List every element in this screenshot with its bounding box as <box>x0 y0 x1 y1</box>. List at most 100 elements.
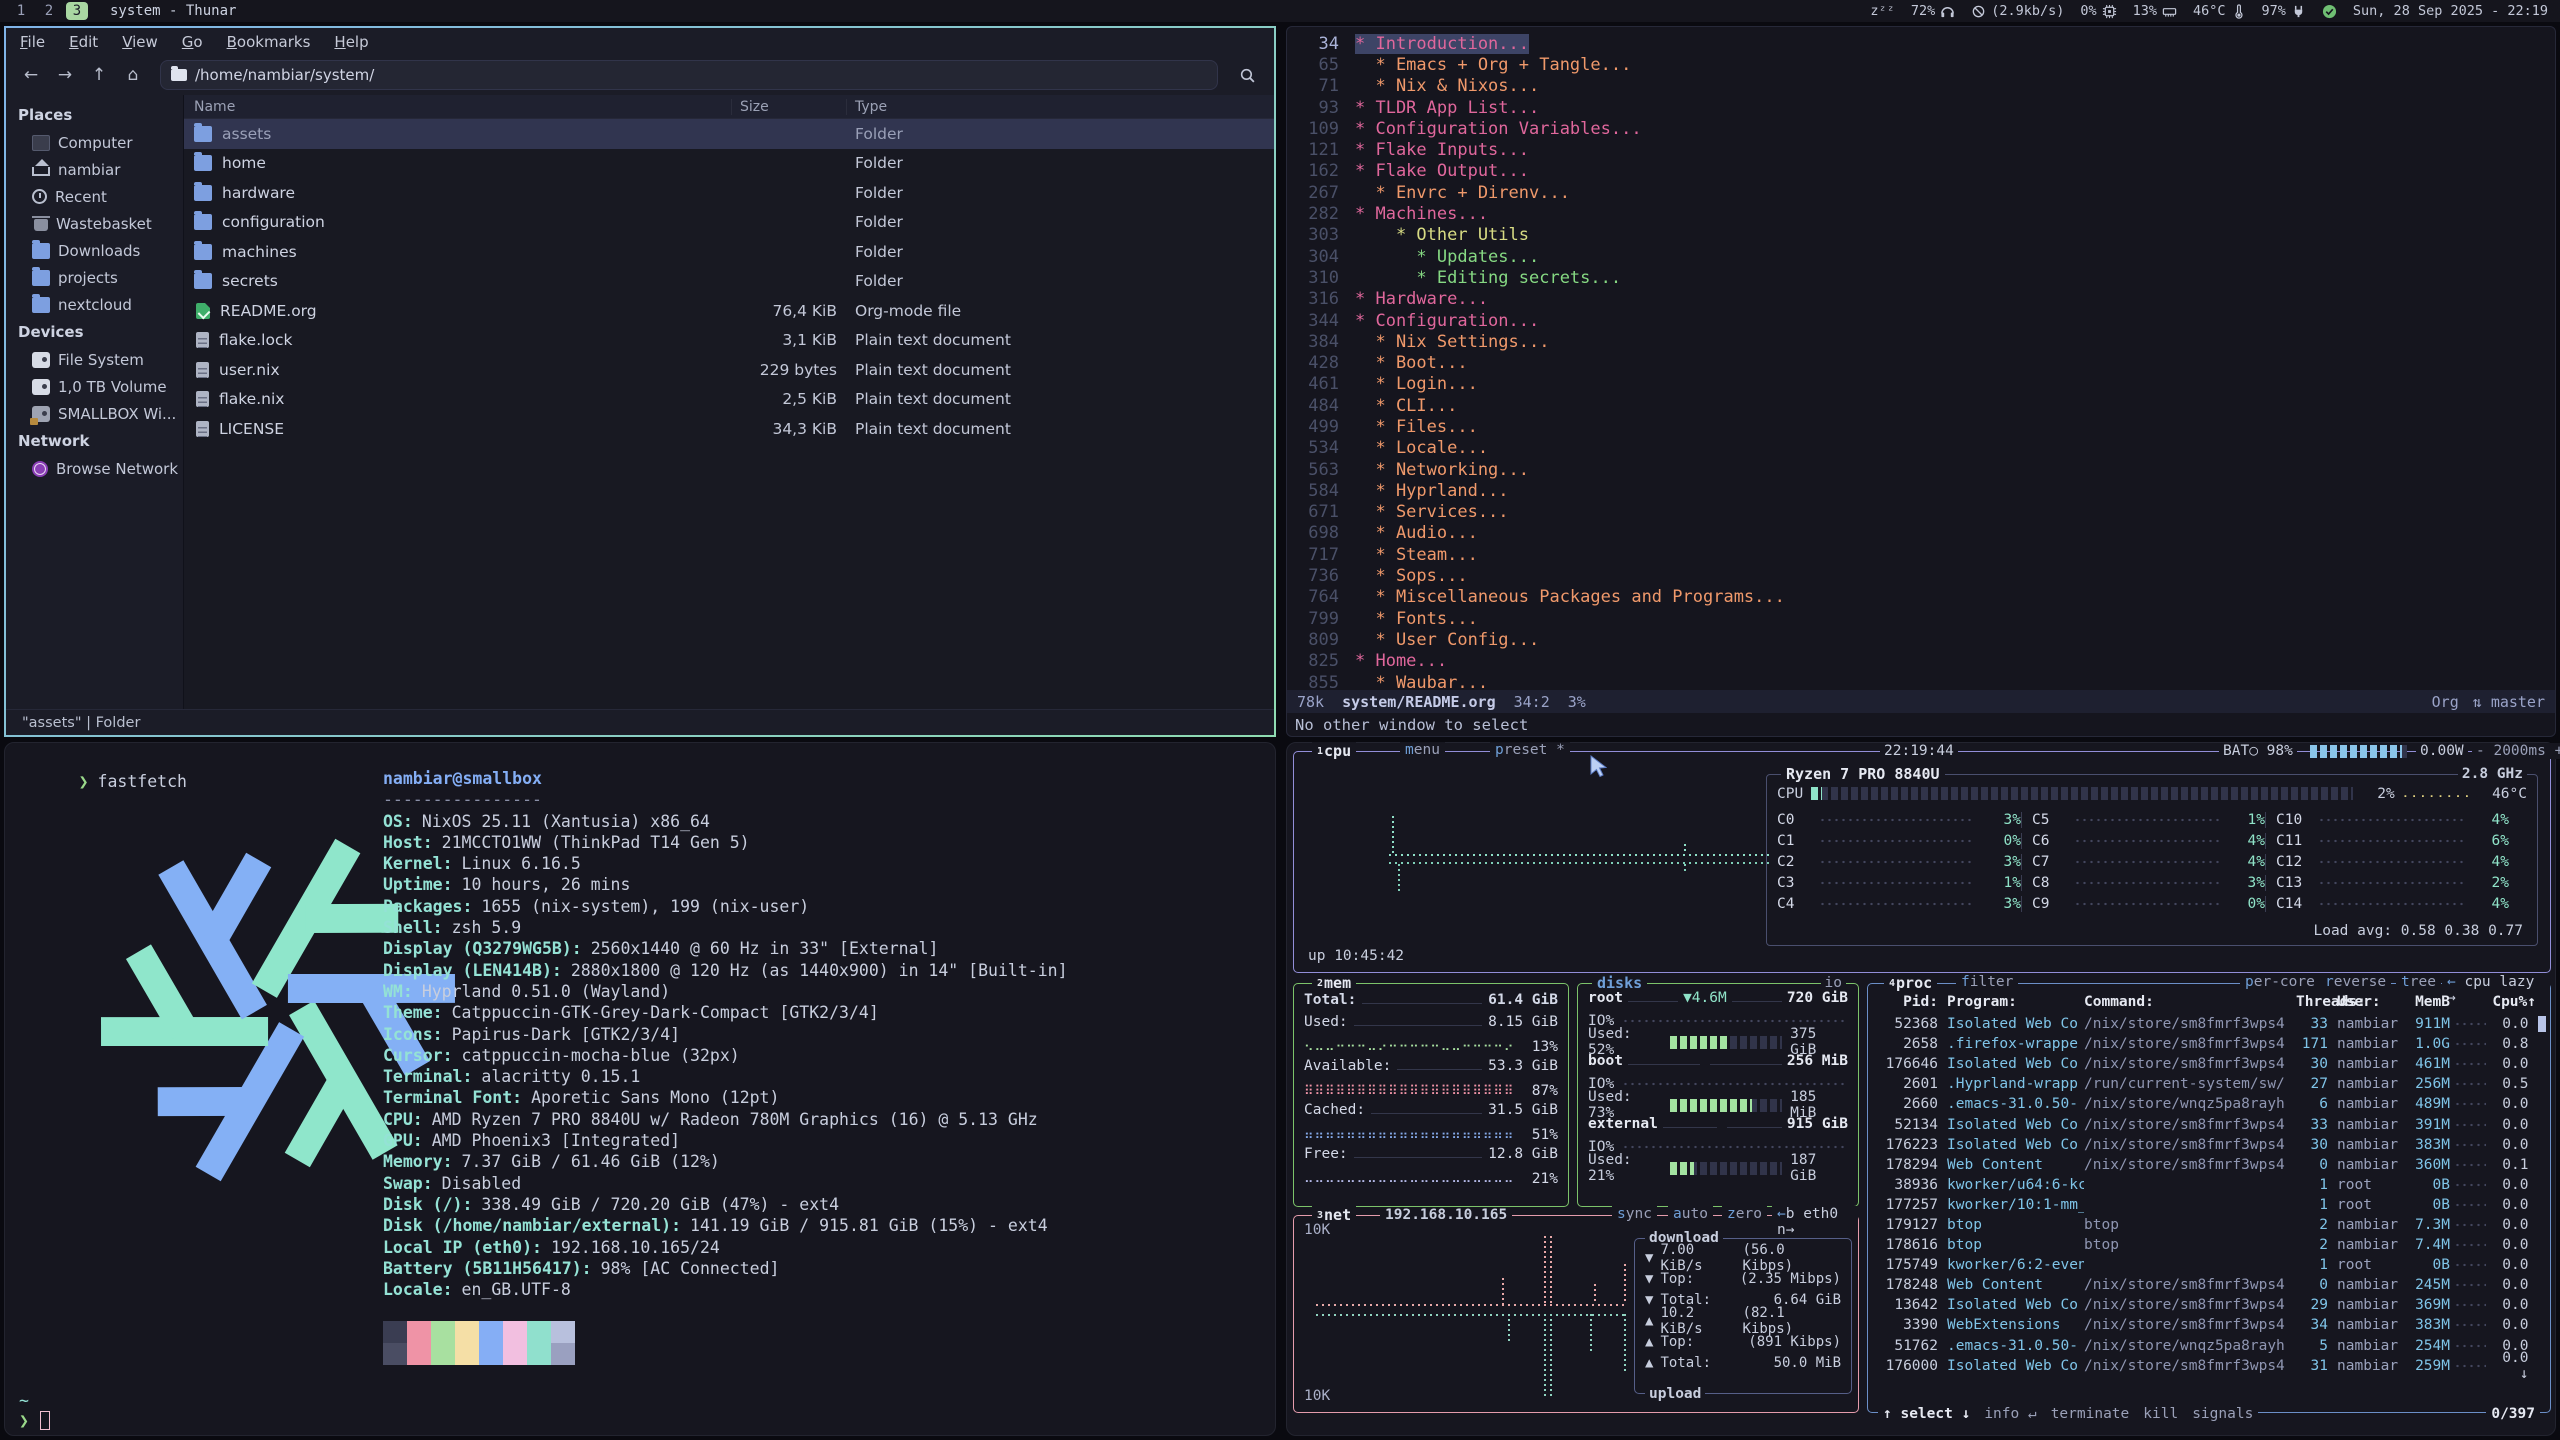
file-row[interactable]: machines Folder <box>184 237 1274 267</box>
back-button[interactable]: ← <box>16 61 46 89</box>
cpu-module[interactable]: 0% <box>2080 3 2116 19</box>
process-row[interactable]: 176223 Isolated Web Co /nix/store/sm8fmr… <box>1876 1135 2536 1155</box>
file-row[interactable]: hardware Folder <box>184 178 1274 208</box>
up-button[interactable]: ↑ <box>84 61 114 89</box>
net-auto-button[interactable]: auto <box>1668 1206 1713 1222</box>
net-scale-top: 10K <box>1304 1222 1330 1238</box>
sidebar-device-item[interactable]: SMALLBOX Wi... <box>6 400 183 427</box>
net-interface-switcher[interactable]: ←b eth0 n→ <box>1772 1206 1858 1238</box>
column-header-size[interactable]: Size <box>732 99 847 115</box>
file-row[interactable]: secrets Folder <box>184 267 1274 297</box>
org-line: 303 * Other Utils <box>1293 225 2551 246</box>
process-row[interactable]: 178616 btop btop 2 nambiar 7.4M 0.0 <box>1876 1235 2536 1255</box>
process-row[interactable]: 3390 WebExtensions /nix/store/sm8fmrf3wp… <box>1876 1315 2536 1335</box>
clock-module[interactable]: Sun, 28 Sep 2025 - 22:19 <box>2353 3 2548 19</box>
process-row[interactable]: 176646 Isolated Web Co /nix/store/sm8fmr… <box>1876 1054 2536 1074</box>
net-zero-button[interactable]: zero <box>1722 1206 1767 1222</box>
workspace-button[interactable]: 2 <box>38 2 60 20</box>
file-row[interactable]: flake.lock 3,1 KiB Plain text document <box>184 326 1274 356</box>
mem-tab[interactable]: 2mem <box>1312 974 1356 992</box>
menu-item[interactable]: Help <box>334 33 368 51</box>
proc-tab[interactable]: 4proc <box>1884 974 1937 992</box>
reverse-button[interactable]: reverse <box>2320 974 2391 990</box>
net-download-graph <box>1316 1304 1626 1306</box>
preset-button[interactable]: preset * <box>1490 742 1570 758</box>
battery-module[interactable]: 97% <box>2262 3 2306 19</box>
process-row[interactable]: 2658 .firefox-wrappe /nix/store/sm8fmrf3… <box>1876 1034 2536 1054</box>
file-row[interactable]: assets Folder <box>184 119 1274 149</box>
process-row[interactable]: 177257 kworker/10:1-mm_ 1 root 0B 0.0 <box>1876 1195 2536 1215</box>
process-row[interactable]: 52368 Isolated Web Co /nix/store/sm8fmrf… <box>1876 1014 2536 1034</box>
sidebar-item[interactable]: nextcloud <box>6 291 183 318</box>
path-bar[interactable]: /home/nambiar/system/ <box>160 60 1218 90</box>
sidebar-device-item[interactable]: File System <box>6 346 183 373</box>
search-button[interactable] <box>1230 61 1264 89</box>
network-module[interactable]: (2.9kb/s) <box>1971 3 2064 19</box>
menu-item[interactable]: Edit <box>69 33 98 51</box>
menu-item[interactable]: File <box>20 33 45 51</box>
process-row[interactable]: 38936 kworker/u64:6-kc 1 root 0B 0.0 <box>1876 1175 2536 1195</box>
sidebar-item[interactable]: Recent <box>6 183 183 210</box>
home-button[interactable]: ⌂ <box>118 61 148 89</box>
process-row[interactable]: 2660 .emacs-31.0.50- /nix/store/wnqz5pa8… <box>1876 1094 2536 1114</box>
cpu-tab[interactable]: 1cpu <box>1312 742 1356 760</box>
file-row[interactable]: user.nix 229 bytes Plain text document <box>184 355 1274 385</box>
sidebar-item[interactable]: Wastebasket <box>6 210 183 237</box>
update-interval[interactable]: - 2000ms + <box>2472 743 2560 759</box>
menu-item[interactable]: Bookmarks <box>227 33 311 51</box>
process-row[interactable]: 175749 kworker/6:2-even 1 root 0B 0.0 <box>1876 1255 2536 1275</box>
file-row[interactable]: LICENSE 34,3 KiB Plain text document <box>184 414 1274 444</box>
proc-scrollbar[interactable] <box>2538 1016 2546 1032</box>
workspace-button[interactable]: 3 <box>66 2 88 20</box>
memory-module[interactable]: 13% <box>2133 3 2177 19</box>
idle-inhibitor[interactable]: zᶻᶻ <box>1870 3 1894 19</box>
sidebar-item[interactable]: nambiar <box>6 156 183 183</box>
volume-module[interactable]: 72% <box>1911 3 1955 19</box>
file-row[interactable]: README.org 76,4 KiB Org-mode file <box>184 296 1274 326</box>
fastfetch-line: Uptime: 10 hours, 26 mins <box>383 875 1068 896</box>
workspace-button[interactable]: 1 <box>10 2 32 20</box>
info-button[interactable]: info ↵ <box>1984 1406 2036 1422</box>
net-sync-button[interactable]: sync <box>1612 1206 1657 1222</box>
filter-button[interactable]: filter <box>1956 974 2018 990</box>
terminate-button[interactable]: terminate <box>2051 1406 2130 1422</box>
file-type-icon <box>196 362 209 378</box>
column-header-name[interactable]: Name <box>184 99 732 115</box>
sidebar-device-item[interactable]: 1,0 TB Volume <box>6 373 183 400</box>
column-header-type[interactable]: Type <box>847 99 1274 115</box>
process-row[interactable]: 178248 Web Content /nix/store/sm8fmrf3wp… <box>1876 1275 2536 1295</box>
process-row[interactable]: 52134 Isolated Web Co /nix/store/sm8fmrf… <box>1876 1114 2536 1134</box>
process-row[interactable]: 13642 Isolated Web Co /nix/store/sm8fmrf… <box>1876 1295 2536 1315</box>
proc-header[interactable]: Pid: Program: Command: Threads: User: Me… <box>1876 992 2536 1012</box>
sidebar-item[interactable]: Downloads <box>6 237 183 264</box>
tree-button[interactable]: tree <box>2396 974 2441 990</box>
fastfetch-line: Icons: Papirus-Dark [GTK2/3/4] <box>383 1025 1068 1046</box>
signals-button[interactable]: signals <box>2192 1406 2253 1422</box>
kill-button[interactable]: kill <box>2143 1406 2178 1422</box>
io-tab[interactable]: io <box>1821 975 1846 991</box>
file-row[interactable]: home Folder <box>184 149 1274 179</box>
sidebar-item-icon <box>32 297 50 313</box>
sidebar-item[interactable]: Computer <box>6 129 183 156</box>
per-core-button[interactable]: per-core <box>2240 974 2320 990</box>
temperature-module[interactable]: 46°C <box>2193 3 2246 19</box>
menu-item[interactable]: Go <box>182 33 203 51</box>
sidebar-network-item[interactable]: Browse Network <box>6 455 183 482</box>
forward-button[interactable]: → <box>50 61 80 89</box>
updates-module[interactable] <box>2322 4 2337 19</box>
vc-branch: ⇅ master <box>2473 693 2545 711</box>
net-stat-row: ▼Top:(2.35 Mibps) <box>1637 1268 1849 1289</box>
menu-item[interactable]: View <box>122 33 158 51</box>
process-row[interactable]: 176000 Isolated Web Co /nix/store/sm8fmr… <box>1876 1356 2536 1376</box>
process-row[interactable]: 51762 .emacs-31.0.50- /nix/store/wnqz5pa… <box>1876 1336 2536 1356</box>
menu-button[interactable]: menu <box>1400 742 1445 758</box>
file-row[interactable]: flake.nix 2,5 KiB Plain text document <box>184 385 1274 415</box>
menubar: File Edit View Go Bookmarks Help <box>6 28 1274 55</box>
select-hint[interactable]: ↑ select ↓ <box>1883 1406 1970 1422</box>
process-row[interactable]: 179127 btop btop 2 nambiar 7.3M 0.0 <box>1876 1215 2536 1235</box>
sidebar-item[interactable]: projects <box>6 264 183 291</box>
process-row[interactable]: 178294 Web Content /nix/store/sm8fmrf3wp… <box>1876 1155 2536 1175</box>
mem-used-graph: ⠢⠤⠤⠒⠒⠒⠤⠔⠒⠒⠒⠒⠒⠤⠤⠒⠒⠒⠒⠔⠒⠒13% <box>1304 1036 1558 1058</box>
file-row[interactable]: configuration Folder <box>184 208 1274 238</box>
process-row[interactable]: 2601 .Hyprland-wrapp /run/current-system… <box>1876 1074 2536 1094</box>
